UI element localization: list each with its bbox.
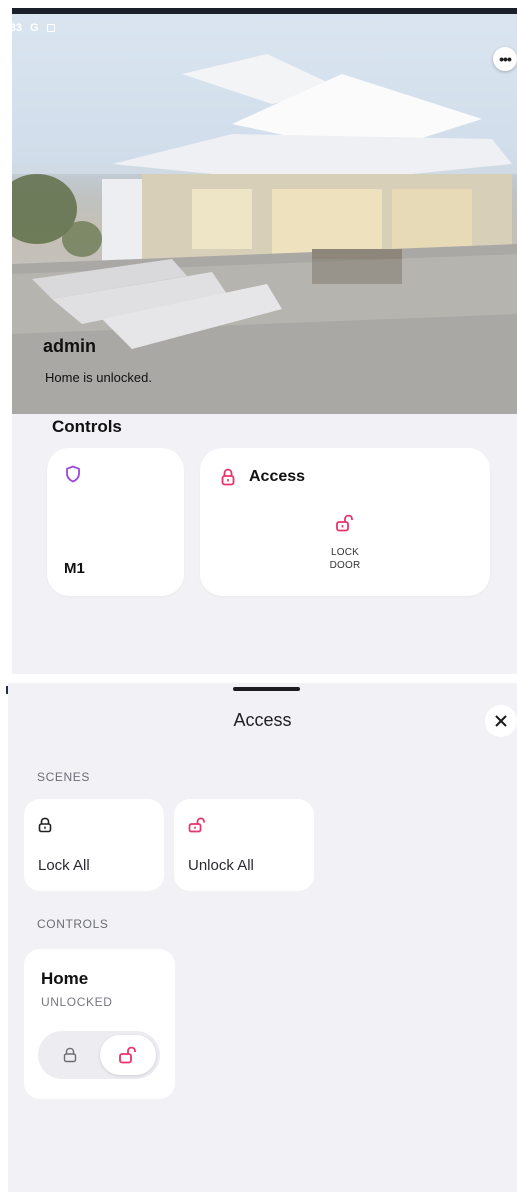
close-icon — [495, 715, 507, 727]
lock-icon — [38, 817, 52, 833]
unlock-toggle-button[interactable] — [100, 1035, 156, 1075]
home-screen: 4:33 G ••• admin Home is unlocked. Contr… — [12, 8, 517, 674]
home-control-state: UNLOCKED — [41, 995, 113, 1009]
lock-door-label: LOCK DOOR — [329, 547, 361, 571]
lock-all-label: Lock All — [38, 857, 90, 874]
unlock-icon — [119, 1046, 136, 1064]
unlock-all-scene[interactable]: Unlock All — [174, 799, 314, 891]
more-options-button[interactable]: ••• — [493, 47, 517, 71]
close-button[interactable] — [485, 705, 517, 737]
access-title: Access — [249, 468, 306, 485]
notification-icon — [46, 24, 55, 32]
sheet-handle[interactable] — [233, 687, 300, 691]
status-time: 4:33 — [12, 22, 23, 34]
access-tile[interactable]: Access LOCK DOOR — [200, 448, 490, 596]
lock-door-button[interactable]: LOCK DOOR — [310, 508, 380, 586]
shield-icon — [66, 465, 80, 483]
google-icon: G — [30, 22, 39, 34]
status-bar: 4:33 G — [12, 18, 55, 38]
home-control-name: Home — [41, 969, 89, 988]
lock-icon — [63, 1047, 77, 1063]
scenes-label: SCENES — [37, 770, 90, 784]
user-name: admin — [43, 336, 97, 356]
lock-all-scene[interactable]: Lock All — [24, 799, 164, 891]
controls-heading: Controls — [52, 417, 122, 436]
home-status-text: Home is unlocked. — [45, 370, 152, 385]
unlock-icon — [336, 514, 353, 532]
unlock-icon — [188, 817, 205, 833]
lock-toggle — [38, 1031, 160, 1079]
m1-label: M1 — [64, 560, 85, 577]
lock-toggle-button[interactable] — [42, 1035, 98, 1075]
lock-icon — [221, 468, 235, 486]
m1-tile[interactable]: M1 — [47, 448, 184, 596]
controls-label: CONTROLS — [37, 917, 109, 931]
home-control-tile[interactable]: Home UNLOCKED — [24, 949, 175, 1099]
unlock-all-label: Unlock All — [188, 857, 254, 874]
sheet-title: Access — [233, 710, 292, 730]
access-sheet: Access SCENES Lock All Unlock All CONTRO… — [8, 683, 517, 1192]
more-horizontal-icon: ••• — [499, 51, 512, 67]
